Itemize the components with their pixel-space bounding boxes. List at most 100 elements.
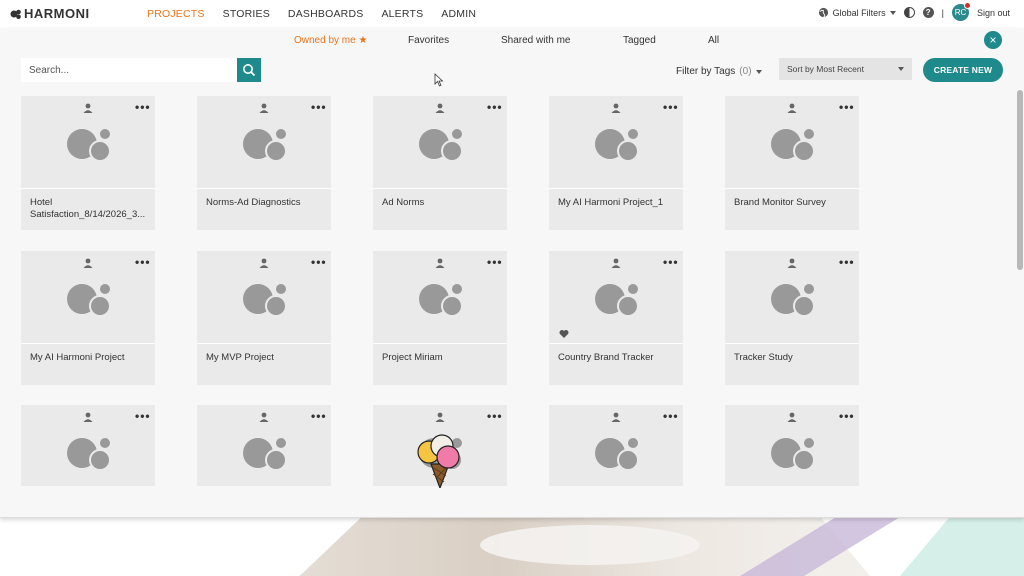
- close-icon[interactable]: ×: [984, 31, 1002, 49]
- tab-favorites[interactable]: Favorites: [408, 35, 449, 46]
- main-nav: PROJECTS STORIES DASHBOARDS ALERTS ADMIN: [147, 8, 476, 20]
- top-nav: HARMONI PROJECTS STORIES DASHBOARDS ALER…: [0, 0, 1024, 28]
- chevron-down-icon: [898, 67, 904, 71]
- project-bubbles-icon: [419, 284, 463, 317]
- search-bar: [21, 58, 261, 82]
- tab-all[interactable]: All: [708, 35, 719, 46]
- card-thumbnail[interactable]: •••: [21, 405, 155, 486]
- project-card[interactable]: ••• Tracker Study: [725, 251, 859, 385]
- card-thumbnail[interactable]: •••: [549, 405, 683, 486]
- tab-shared-with-me[interactable]: Shared with me: [501, 35, 570, 46]
- create-new-button[interactable]: CREATE NEW: [923, 58, 1003, 82]
- project-card[interactable]: ••• My AI Harmoni Project: [21, 251, 155, 385]
- user-icon: [259, 412, 269, 422]
- project-card[interactable]: •••: [197, 405, 331, 486]
- search-button[interactable]: [237, 58, 261, 82]
- card-thumbnail[interactable]: •••: [21, 251, 155, 343]
- card-title[interactable]: Country Brand Tracker: [549, 343, 683, 385]
- more-options-icon[interactable]: •••: [663, 409, 679, 423]
- mouse-cursor-icon: [434, 73, 444, 87]
- card-thumbnail[interactable]: •••: [21, 96, 155, 188]
- card-thumbnail[interactable]: •••: [725, 251, 859, 343]
- card-thumbnail[interactable]: •••: [373, 251, 507, 343]
- project-card[interactable]: •••: [21, 405, 155, 486]
- more-options-icon[interactable]: •••: [839, 255, 855, 269]
- more-options-icon[interactable]: •••: [663, 255, 679, 269]
- tab-owned-by-me[interactable]: Owned by me ★: [294, 35, 367, 46]
- user-icon: [435, 412, 445, 422]
- filter-label: Filter by Tags: [676, 66, 736, 77]
- card-thumbnail[interactable]: •••: [197, 96, 331, 188]
- project-bubbles-icon: [771, 438, 815, 471]
- global-filters-button[interactable]: Global Filters: [818, 7, 896, 18]
- projects-panel: Owned by me ★ Favorites Shared with me T…: [0, 28, 1024, 518]
- sort-select[interactable]: Sort by Most Recent: [779, 58, 912, 80]
- search-input[interactable]: [21, 58, 237, 82]
- project-card[interactable]: ••• My MVP Project: [197, 251, 331, 385]
- project-card[interactable]: ••• Country Brand Tracker: [549, 251, 683, 385]
- chevron-down-icon: [755, 69, 762, 74]
- project-card[interactable]: ••• My AI Harmoni Project_1: [549, 96, 683, 230]
- nav-stories[interactable]: STORIES: [223, 8, 270, 20]
- project-card[interactable]: •••: [725, 405, 859, 486]
- project-bubbles-icon: [243, 438, 287, 471]
- sign-out-link[interactable]: Sign out: [977, 8, 1010, 18]
- more-options-icon[interactable]: •••: [135, 409, 151, 423]
- nav-projects[interactable]: PROJECTS: [147, 8, 205, 20]
- card-thumbnail[interactable]: •••: [725, 96, 859, 188]
- nav-dashboards[interactable]: DASHBOARDS: [288, 8, 364, 20]
- card-title[interactable]: Tracker Study: [725, 343, 859, 385]
- more-options-icon[interactable]: •••: [487, 100, 503, 114]
- project-card[interactable]: ••• Hotel Satisfaction_8/14/2026_3...: [21, 96, 155, 230]
- project-bubbles-icon: [771, 284, 815, 317]
- tab-tagged[interactable]: Tagged: [623, 35, 656, 46]
- nav-alerts[interactable]: ALERTS: [381, 8, 423, 20]
- more-options-icon[interactable]: •••: [663, 100, 679, 114]
- card-title[interactable]: Project Miriam: [373, 343, 507, 385]
- project-card[interactable]: ••• Project Miriam: [373, 251, 507, 385]
- project-card[interactable]: ••• Ad Norms: [373, 96, 507, 230]
- more-options-icon[interactable]: •••: [311, 409, 327, 423]
- card-thumbnail[interactable]: •••: [725, 405, 859, 486]
- user-icon: [435, 103, 445, 113]
- card-title[interactable]: Norms-Ad Diagnostics: [197, 188, 331, 230]
- logo-text: HARMONI: [24, 6, 90, 21]
- heart-icon[interactable]: [559, 329, 569, 339]
- ice-cream-icon: [417, 434, 460, 488]
- nav-right: Global Filters ? | RC Sign out: [818, 2, 1010, 21]
- card-title[interactable]: My MVP Project: [197, 343, 331, 385]
- more-options-icon[interactable]: •••: [839, 409, 855, 423]
- card-title[interactable]: Hotel Satisfaction_8/14/2026_3...: [21, 188, 155, 230]
- scrollbar[interactable]: [1017, 90, 1023, 270]
- project-bubbles-icon: [595, 129, 639, 162]
- card-title[interactable]: Ad Norms: [373, 188, 507, 230]
- logo[interactable]: HARMONI: [10, 6, 90, 21]
- filter-by-tags[interactable]: Filter by Tags (0): [676, 66, 762, 77]
- card-thumbnail[interactable]: •••: [197, 251, 331, 343]
- more-options-icon[interactable]: •••: [839, 100, 855, 114]
- more-options-icon[interactable]: •••: [311, 255, 327, 269]
- card-title[interactable]: Brand Monitor Survey: [725, 188, 859, 230]
- card-thumbnail[interactable]: •••: [549, 251, 683, 343]
- more-options-icon[interactable]: •••: [487, 255, 503, 269]
- nav-admin[interactable]: ADMIN: [441, 8, 476, 20]
- card-thumbnail[interactable]: •••: [549, 96, 683, 188]
- project-card[interactable]: ••• Brand Monitor Survey: [725, 96, 859, 230]
- more-options-icon[interactable]: •••: [135, 255, 151, 269]
- user-icon: [83, 412, 93, 422]
- card-title[interactable]: My AI Harmoni Project_1: [549, 188, 683, 230]
- card-title[interactable]: My AI Harmoni Project: [21, 343, 155, 385]
- project-card[interactable]: •••: [549, 405, 683, 486]
- contrast-icon[interactable]: [903, 7, 915, 18]
- more-options-icon[interactable]: •••: [311, 100, 327, 114]
- user-icon: [787, 258, 797, 268]
- user-icon: [611, 258, 621, 268]
- project-card[interactable]: ••• Norms-Ad Diagnostics: [197, 96, 331, 230]
- more-options-icon[interactable]: •••: [135, 100, 151, 114]
- help-icon[interactable]: ?: [922, 7, 934, 18]
- card-thumbnail[interactable]: •••: [373, 96, 507, 188]
- card-thumbnail[interactable]: •••: [197, 405, 331, 486]
- avatar[interactable]: RC: [951, 2, 971, 21]
- tab-label: Owned by me: [294, 35, 356, 46]
- more-options-icon[interactable]: •••: [487, 409, 503, 423]
